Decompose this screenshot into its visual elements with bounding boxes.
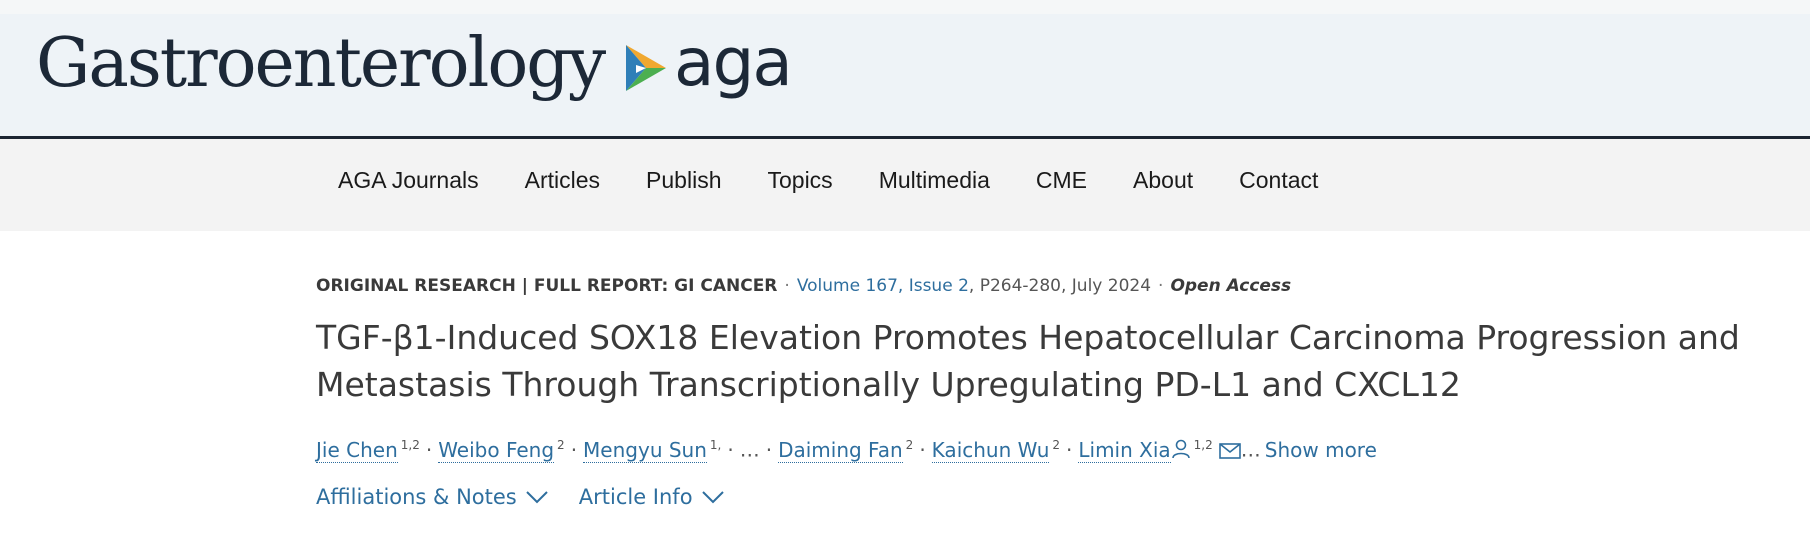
nav-articles[interactable]: Articles	[525, 169, 600, 192]
author-affiliation-sup: 2	[1052, 438, 1061, 453]
article-info-toggle[interactable]: Article Info	[579, 485, 725, 509]
pages-date: , P264-280, July 2024	[968, 276, 1152, 296]
author-separator: ·	[570, 437, 578, 462]
author-link[interactable]: Limin Xia	[1078, 437, 1171, 463]
nav-about[interactable]: About	[1133, 169, 1193, 192]
article-meta: ORIGINAL RESEARCH | FULL REPORT: GI CANC…	[316, 274, 1776, 298]
top-strip	[0, 0, 1810, 14]
open-access-label: Open Access	[1170, 276, 1292, 296]
author-separator: ·	[1066, 437, 1073, 462]
author-affiliation-sup: 2	[905, 438, 914, 453]
author-separator: ·	[425, 437, 433, 462]
show-more-authors-link[interactable]: Show more	[1265, 438, 1377, 462]
author-affiliation-sup: 2	[557, 438, 565, 453]
volume-issue-link[interactable]: Volume 167, Issue 2	[797, 276, 969, 296]
nav-items: AGA Journals Articles Publish Topics Mul…	[338, 169, 1318, 192]
nav-aga-journals[interactable]: AGA Journals	[338, 169, 479, 192]
meta-separator-dot: ·	[784, 276, 790, 296]
author-separator: ·	[727, 437, 734, 462]
authors-ellipsis: …	[739, 437, 760, 462]
author-link[interactable]: Mengyu Sun	[583, 437, 707, 463]
article-category: ORIGINAL RESEARCH | FULL REPORT: GI CANC…	[316, 276, 778, 296]
person-icon	[1171, 437, 1191, 467]
nav-publish[interactable]: Publish	[646, 169, 721, 192]
chevron-down-icon	[701, 491, 724, 504]
author-separator: ·	[765, 437, 773, 462]
journal-title-logo[interactable]: Gastroenterology	[36, 30, 606, 98]
author-affiliation-sup: 1,2	[400, 438, 420, 453]
article-title: TGF-β1-Induced SOX18 Elevation Promotes …	[316, 318, 1740, 404]
author-link[interactable]: Weibo Feng	[438, 437, 555, 463]
author-link[interactable]: Kaichun Wu	[931, 437, 1050, 463]
nav-multimedia[interactable]: Multimedia	[879, 169, 990, 192]
nav-cme[interactable]: CME	[1036, 169, 1087, 192]
affiliations-notes-toggle[interactable]: Affiliations & Notes	[316, 485, 549, 509]
article-header: ORIGINAL RESEARCH | FULL REPORT: GI CANC…	[316, 274, 1776, 509]
article-toggles: Affiliations & Notes Article Info	[316, 485, 1776, 509]
show-more-ellipsis: …	[1240, 437, 1261, 462]
email-icon[interactable]	[1218, 437, 1241, 467]
nav-contact[interactable]: Contact	[1239, 169, 1318, 192]
article-info-label: Article Info	[578, 484, 693, 509]
author-affiliation-sup: 1,2	[1193, 438, 1213, 453]
author-list: Jie Chen 1,2 · Weibo Feng 2 · Mengyu Sun 1, ·… · D…	[316, 430, 1776, 467]
brand-bar: Gastroenterology aga	[0, 14, 1810, 139]
author-link[interactable]: Jie Chen	[316, 437, 398, 463]
chevron-down-icon	[526, 491, 548, 504]
main-nav: AGA Journals Articles Publish Topics Mul…	[0, 139, 1810, 231]
author-separator: ·	[919, 437, 926, 462]
author-affiliation-sup: 1,	[709, 438, 722, 453]
nav-topics[interactable]: Topics	[767, 169, 832, 192]
author-link[interactable]: Daiming Fan	[778, 437, 903, 463]
aga-logo-text: aga	[674, 24, 793, 101]
affiliations-label: Affiliations & Notes	[316, 484, 517, 509]
meta-separator-dot: ·	[1158, 276, 1164, 296]
aga-logo[interactable]: aga	[624, 30, 793, 96]
aga-triangle-icon	[626, 45, 666, 91]
